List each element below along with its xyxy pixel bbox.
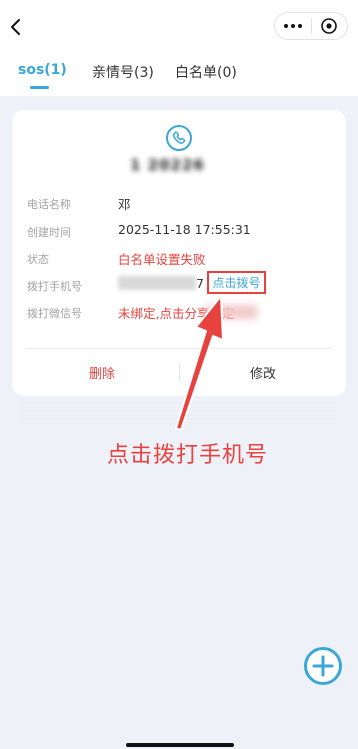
home-indicator <box>126 743 234 747</box>
blurred-region <box>207 305 257 319</box>
contact-tabs: sos(1) 亲情号(3) 白名单(0) <box>0 52 358 96</box>
tab-family-numbers[interactable]: 亲情号(3) <box>92 62 154 82</box>
contact-card: 1 20226 电话名称 邓 创建时间 2025-11-18 17:55:31 … <box>12 110 346 396</box>
field-row-dial-phone: 拨打手机号 7 点击拨号 <box>12 271 346 296</box>
tab-whitelist[interactable]: 白名单(0) <box>175 62 237 82</box>
created-time-value: 2025-11-18 17:55:31 <box>118 222 251 237</box>
status-value: 白名单设置失败 <box>118 252 206 267</box>
click-to-dial-link[interactable]: 点击拨号 <box>207 271 266 294</box>
navigation-bar <box>0 0 358 52</box>
card-stack-shadow <box>22 402 336 424</box>
phone-number-value: 7 <box>118 276 204 291</box>
edit-button[interactable]: 修改 <box>180 354 346 390</box>
delete-button[interactable]: 删除 <box>12 354 192 390</box>
field-row-wechat: 拨打微信号 未绑定,点击分享绑定 <box>12 303 346 323</box>
card-divider <box>26 348 332 349</box>
phone-icon <box>166 125 192 151</box>
mini-program-capsule <box>274 12 348 40</box>
back-button[interactable] <box>4 14 28 40</box>
field-row-status: 状态 白名单设置失败 <box>12 249 346 269</box>
active-tab-indicator <box>30 86 49 89</box>
close-target-icon <box>321 18 338 34</box>
field-label: 创建时间 <box>27 226 71 239</box>
field-row-created: 创建时间 2025-11-18 17:55:31 <box>12 222 346 242</box>
field-row-name: 电话名称 邓 <box>12 194 346 214</box>
contact-name-value: 邓 <box>118 197 131 212</box>
tab-sos[interactable]: sos(1) <box>18 62 67 78</box>
add-circle-icon[interactable] <box>303 646 343 686</box>
more-menu-button[interactable] <box>275 13 311 39</box>
contact-number: 1 20226 <box>130 156 205 174</box>
field-label: 状态 <box>27 253 49 266</box>
field-label: 拨打手机号 <box>27 280 82 293</box>
more-icon <box>284 24 288 28</box>
field-label: 拨打微信号 <box>27 307 82 320</box>
back-icon <box>11 19 20 35</box>
field-label: 电话名称 <box>27 198 71 211</box>
annotation-text: 点击拨打手机号 <box>107 443 269 468</box>
close-mini-program-button[interactable] <box>312 13 347 39</box>
